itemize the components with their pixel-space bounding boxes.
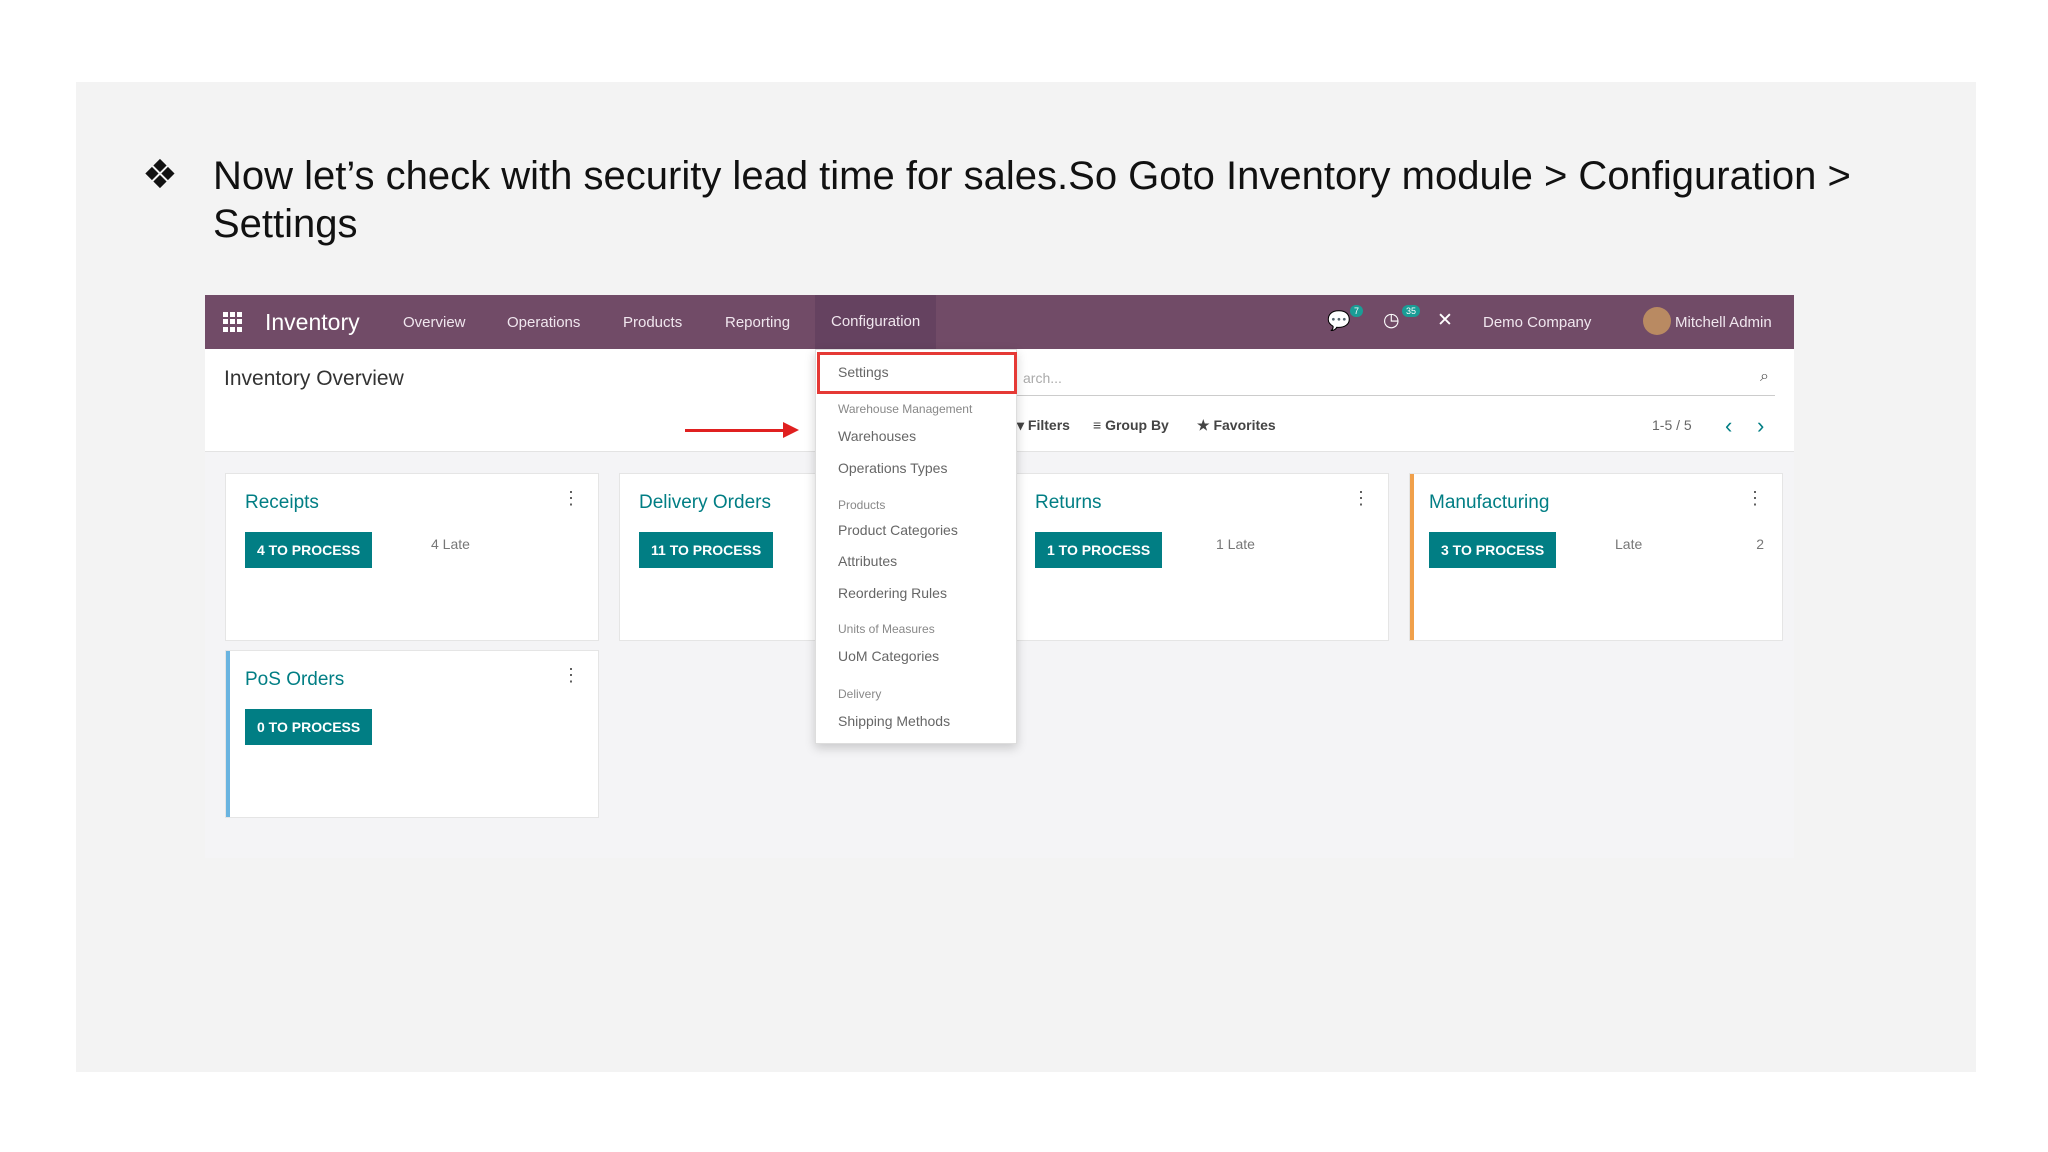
bullet-diamond-icon: ❖	[142, 152, 178, 198]
pager-prev-icon[interactable]: ‹	[1725, 413, 1732, 439]
late-count: 2	[1756, 536, 1764, 552]
instruction-text: Now let’s check with security lead time …	[213, 154, 1851, 246]
card-manufacturing[interactable]: Manufacturing ⋮ 3 TO PROCESS Late 2	[1409, 473, 1783, 641]
card-title[interactable]: Receipts	[245, 492, 319, 514]
menu-configuration[interactable]: Configuration	[815, 295, 937, 349]
section-header-products: Products	[838, 498, 886, 512]
late-link[interactable]: 4 Late	[431, 536, 470, 552]
top-navbar: Inventory Overview Operations Products R…	[205, 295, 1794, 349]
menu-item-settings[interactable]: Settings	[838, 364, 889, 380]
menu-item-product-categories[interactable]: Product Categories	[838, 522, 958, 538]
kebab-menu-icon[interactable]: ⋮	[562, 665, 580, 686]
to-process-button[interactable]: 3 TO PROCESS	[1429, 532, 1557, 568]
favorites-button[interactable]: ★ Favorites	[1197, 417, 1276, 434]
card-title[interactable]: PoS Orders	[245, 669, 344, 691]
kebab-menu-icon[interactable]: ⋮	[1746, 488, 1764, 509]
company-switcher[interactable]: Demo Company	[1483, 314, 1591, 331]
section-header-delivery: Delivery	[838, 687, 882, 701]
section-header-warehouse-management: Warehouse Management	[838, 402, 973, 416]
kebab-menu-icon[interactable]: ⋮	[1352, 488, 1370, 509]
menu-item-uom-categories[interactable]: UoM Categories	[838, 648, 939, 664]
pager-next-icon[interactable]: ›	[1757, 413, 1764, 439]
search-input[interactable]: arch... ⌕	[1015, 363, 1775, 396]
filters-button[interactable]: ▾ Filters	[1017, 417, 1070, 434]
menu-item-operations-types[interactable]: Operations Types	[838, 460, 947, 476]
app-brand[interactable]: Inventory	[265, 309, 360, 336]
card-pos-orders[interactable]: PoS Orders ⋮ 0 TO PROCESS	[225, 650, 599, 818]
apps-grid-icon[interactable]	[223, 312, 243, 332]
red-arrow-annotation	[685, 422, 799, 438]
activity-clock-icon[interactable]: ◷	[1383, 309, 1400, 332]
card-stripe	[620, 474, 624, 640]
odoo-screenshot: Inventory Overview Operations Products R…	[205, 295, 1794, 858]
to-process-button[interactable]: 11 TO PROCESS	[639, 532, 774, 568]
configuration-dropdown: Settings Warehouse Management Warehouses…	[815, 349, 1017, 744]
menu-item-warehouses[interactable]: Warehouses	[838, 428, 916, 444]
favorites-label: Favorites	[1213, 417, 1276, 433]
menu-operations[interactable]: Operations	[507, 314, 580, 331]
group-by-label: Group By	[1105, 417, 1169, 433]
to-process-button[interactable]: 0 TO PROCESS	[245, 709, 373, 745]
section-header-units-of-measures: Units of Measures	[838, 622, 935, 636]
group-by-button[interactable]: ≡ Group By	[1093, 417, 1169, 433]
late-link[interactable]: 1 Late	[1216, 536, 1255, 552]
menu-overview[interactable]: Overview	[403, 314, 466, 331]
user-menu[interactable]: Mitchell Admin	[1675, 314, 1772, 331]
to-process-button[interactable]: 4 TO PROCESS	[245, 532, 373, 568]
filters-label: Filters	[1027, 417, 1070, 433]
messages-icon[interactable]: 💬	[1327, 309, 1351, 333]
kebab-menu-icon[interactable]: ⋮	[562, 488, 580, 509]
card-returns[interactable]: Returns ⋮ 1 TO PROCESS 1 Late	[1015, 473, 1389, 641]
search-icon[interactable]: ⌕	[1760, 368, 1769, 386]
activity-badge: 35	[1402, 305, 1421, 317]
to-process-button[interactable]: 1 TO PROCESS	[1035, 532, 1163, 568]
search-placeholder: arch...	[1023, 370, 1062, 386]
close-icon[interactable]: ✕	[1437, 309, 1453, 332]
card-receipts[interactable]: Receipts ⋮ 4 TO PROCESS 4 Late	[225, 473, 599, 641]
menu-reporting[interactable]: Reporting	[725, 314, 790, 331]
card-stripe	[226, 474, 230, 640]
messages-badge: 7	[1350, 305, 1364, 317]
menu-item-attributes[interactable]: Attributes	[838, 553, 897, 569]
late-link[interactable]: Late	[1615, 536, 1642, 552]
pager-value[interactable]: 1-5 / 5	[1652, 417, 1692, 433]
card-title[interactable]: Manufacturing	[1429, 492, 1549, 514]
card-stripe	[1410, 474, 1414, 640]
card-title[interactable]: Delivery Orders	[639, 492, 771, 514]
menu-item-reordering-rules[interactable]: Reordering Rules	[838, 585, 947, 601]
card-stripe	[226, 651, 230, 817]
menu-products[interactable]: Products	[623, 314, 682, 331]
card-title[interactable]: Returns	[1035, 492, 1102, 514]
page-title: Inventory Overview	[224, 367, 404, 390]
user-avatar[interactable]	[1643, 307, 1671, 335]
menu-item-shipping-methods[interactable]: Shipping Methods	[838, 713, 950, 729]
